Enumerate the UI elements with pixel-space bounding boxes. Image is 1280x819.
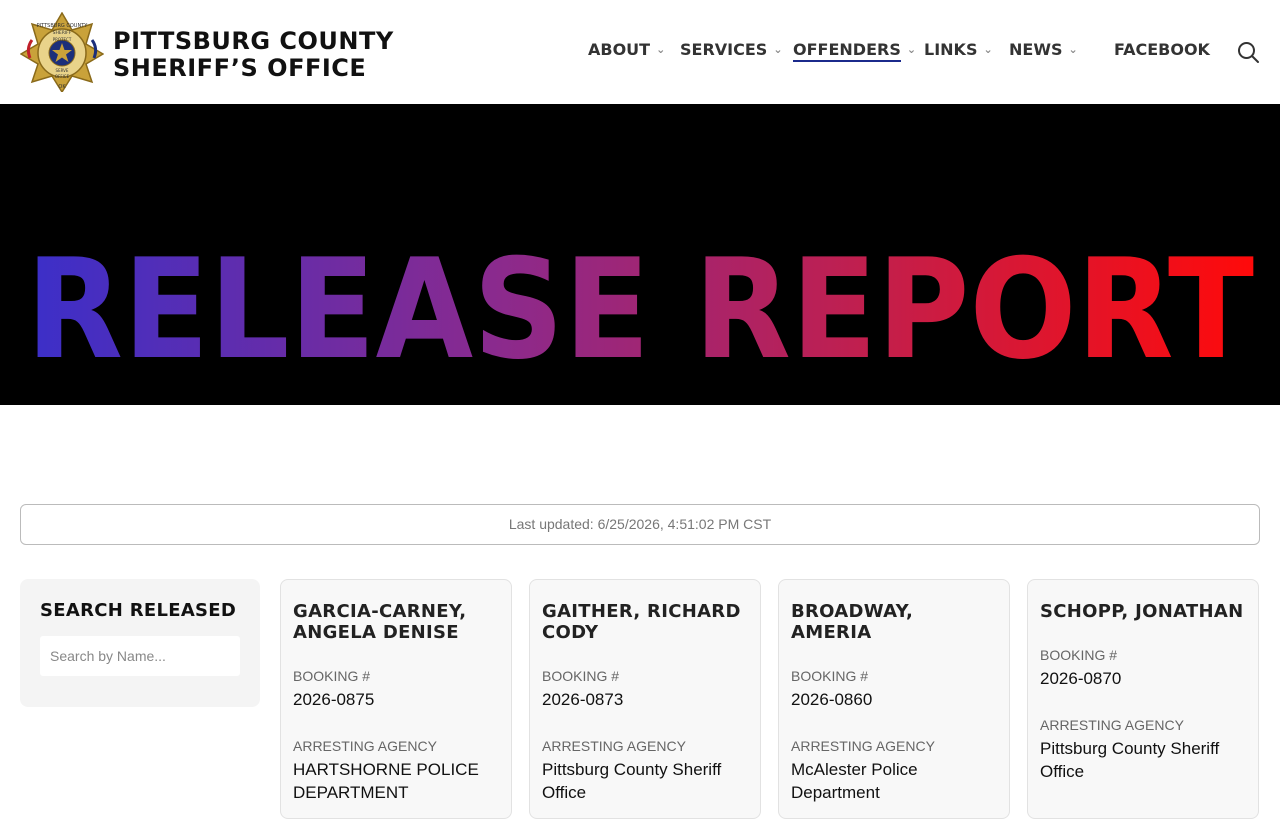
badge-text-state: OK (58, 84, 66, 90)
release-card[interactable]: SCHOPP, JONATHAN BOOKING # 2026-0870 ARR… (1027, 579, 1259, 819)
nav-item-links[interactable]: LINKS ⌄ (924, 40, 993, 59)
logo-line-1: PITTSBURG COUNTY (113, 27, 394, 55)
release-card[interactable]: GARCIA-CARNEY, ANGELA DENISE BOOKING # 2… (280, 579, 512, 819)
site-header: PITTSBURG COUNTY SHERIFF PROTECT SERVE O… (0, 0, 1280, 104)
search-input[interactable] (40, 636, 240, 676)
sidebar-title: SEARCH RELEASED (40, 600, 237, 621)
booking-label: BOOKING # (1040, 647, 1118, 663)
badge-text-sheriff: SHERIFF (53, 30, 72, 36)
booking-number: 2026-0875 (293, 690, 375, 709)
nav-item-about[interactable]: ABOUT ⌄ (588, 40, 665, 59)
search-sidebar: SEARCH RELEASED (20, 579, 260, 707)
nav-label: SERVICES (680, 40, 768, 59)
chevron-down-icon: ⌄ (1068, 43, 1078, 56)
booking-label: BOOKING # (293, 668, 371, 684)
chevron-down-icon: ⌄ (906, 43, 917, 56)
inmate-name: GARCIA-CARNEY, ANGELA DENISE (293, 601, 467, 643)
nav-label: OFFENDERS (793, 40, 901, 62)
arresting-agency: McAlester Police Department (791, 760, 918, 802)
nav-label: ABOUT (588, 40, 651, 59)
agency-label: ARRESTING AGENCY (293, 738, 437, 754)
nav-label: LINKS (924, 40, 978, 59)
site-logo-text[interactable]: PITTSBURG COUNTY SHERIFF’S OFFICE (113, 28, 394, 82)
agency-label: ARRESTING AGENCY (1040, 717, 1184, 733)
release-card[interactable]: GAITHER, RICHARD CODY BOOKING # 2026-087… (529, 579, 761, 819)
last-updated-banner: Last updated: 6/25/2026, 4:51:02 PM CST (20, 504, 1260, 545)
search-icon[interactable] (1236, 40, 1260, 64)
inmate-name: BROADWAY, AMERIA (791, 601, 914, 643)
nav-label: FACEBOOK (1114, 40, 1210, 59)
booking-label: BOOKING # (791, 668, 869, 684)
booking-number: 2026-0860 (791, 690, 873, 709)
chevron-down-icon: ⌄ (773, 43, 783, 56)
badge-text-serve: SERVE (56, 68, 69, 73)
arresting-agency: Pittsburg County Sheriff Office (542, 760, 722, 802)
agency-label: ARRESTING AGENCY (542, 738, 686, 754)
inmate-name: GAITHER, RICHARD CODY (542, 601, 741, 643)
arresting-agency: Pittsburg County Sheriff Office (1040, 739, 1220, 781)
chevron-down-icon: ⌄ (983, 43, 993, 56)
hero-title: RELEASE REPORT (26, 229, 1254, 390)
hero-banner: RELEASE REPORT (0, 104, 1280, 405)
nav-item-services[interactable]: SERVICES ⌄ (680, 40, 783, 59)
sheriff-badge-logo[interactable]: PITTSBURG COUNTY SHERIFF PROTECT SERVE O… (20, 12, 104, 92)
booking-label: BOOKING # (542, 668, 620, 684)
nav-item-offenders[interactable]: OFFENDERS ⌄ (793, 40, 917, 62)
badge-text-top: PITTSBURG COUNTY (37, 23, 89, 29)
badge-text-protect: PROTECT (53, 37, 72, 42)
booking-number: 2026-0873 (542, 690, 624, 709)
agency-label: ARRESTING AGENCY (791, 738, 935, 754)
release-card[interactable]: BROADWAY, AMERIA BOOKING # 2026-0860 ARR… (778, 579, 1010, 819)
nav-item-news[interactable]: NEWS ⌄ (1009, 40, 1078, 59)
badge-text-office: OFFICE (55, 74, 70, 79)
arresting-agency: HARTSHORNE POLICE DEPARTMENT (293, 760, 479, 802)
logo-line-2: SHERIFF’S OFFICE (113, 54, 367, 82)
nav-item-facebook[interactable]: FACEBOOK (1114, 40, 1210, 59)
booking-number: 2026-0870 (1040, 669, 1122, 688)
hero-title-graphic: RELEASE REPORT (26, 229, 1254, 390)
inmate-name: SCHOPP, JONATHAN (1040, 601, 1244, 622)
nav-label: NEWS (1009, 40, 1063, 59)
chevron-down-icon: ⌄ (656, 43, 666, 56)
